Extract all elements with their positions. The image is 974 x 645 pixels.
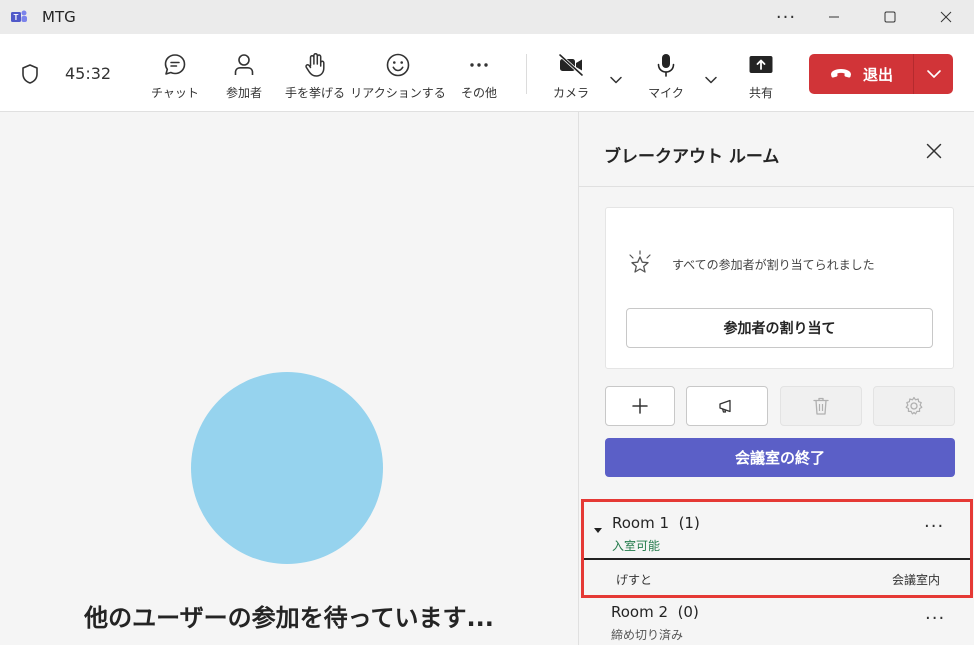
meeting-timer: 45:32 [65,64,112,83]
smiley-icon [385,50,411,80]
close-panel-button[interactable] [923,140,945,162]
close-rooms-button[interactable]: 会議室の終了 [605,438,955,477]
chat-icon [162,50,188,80]
camera-off-icon [557,50,585,80]
more-icon [466,50,492,80]
add-room-button[interactable] [605,386,675,426]
share-icon [747,50,775,80]
assign-participants-button[interactable]: 参加者の割り当て [626,308,933,348]
react-label: リアクションする [350,86,446,100]
window-more-button[interactable]: ··· [766,0,806,34]
panel-header: ブレークアウト ルーム [579,112,974,187]
share-button[interactable]: 共有 [716,50,806,101]
room-more-options-icon[interactable]: ··· [925,608,945,629]
more-label: その他 [460,86,497,100]
minimize-button[interactable] [806,0,862,34]
assignment-status-text: すべての参加者が割り当てられました [672,258,875,272]
meeting-toolbar: 45:32 チャット 参加者 手を挙げる リアクションする その他 カメラ マイ… [0,34,974,112]
close-icon [926,143,942,159]
room-member-row: げすと 会議室内 [584,562,970,595]
member-status: 会議室内 [891,573,940,587]
react-button[interactable]: リアクションする [350,50,446,101]
room-header[interactable]: Room 1 (1) 入室可能 ··· [584,502,970,560]
member-name: げすと [616,573,653,587]
leave-main-button[interactable]: 退出 [809,54,913,94]
room-name: Room 2 (0) [611,603,699,621]
waiting-message: 他のユーザーの参加を待っています... [84,604,494,632]
raise-hand-button[interactable]: 手を挙げる [270,50,360,101]
raise-hand-label: 手を挙げる [284,86,345,100]
trash-icon [813,397,829,415]
mic-button[interactable]: マイク [621,50,711,101]
meeting-stage: 他のユーザーの参加を待っています... [0,112,578,645]
leave-button[interactable]: 退出 [809,54,953,94]
gear-icon [905,396,923,415]
mic-icon [653,50,679,80]
room-item-1: Room 1 (1) 入室可能 ··· げすと 会議室内 [581,499,973,598]
leave-label: 退出 [862,65,893,84]
room-status: 締め切り済み [611,628,684,642]
svg-text:T: T [14,13,19,22]
plus-icon [632,398,648,414]
window-title: MTG [42,8,76,26]
caret-down-icon[interactable] [594,528,602,533]
more-button[interactable]: その他 [434,50,524,101]
raise-hand-icon [302,50,328,80]
delete-room-button[interactable] [780,386,862,426]
room-more-options-icon[interactable]: ··· [924,516,944,537]
maximize-button[interactable] [862,0,918,34]
room-item-2[interactable]: Room 2 (0) 締め切り済み ··· [579,598,974,645]
room-status: 入室可能 [612,539,661,553]
camera-button[interactable]: カメラ [526,50,616,101]
hang-up-icon [829,65,853,84]
sparkle-star-icon [626,249,656,283]
title-bar: T MTG ··· [0,0,974,34]
share-label: 共有 [748,86,773,100]
announcement-button[interactable] [686,386,768,426]
megaphone-icon [719,399,731,413]
leave-options-chevron-down-icon[interactable] [914,69,953,79]
room-name: Room 1 (1) [612,514,700,532]
chat-label: チャット [151,86,199,100]
avatar [191,372,383,564]
mic-label: マイク [648,86,684,100]
assignment-card: すべての参加者が割り当てられました 参加者の割り当て [605,207,954,369]
people-icon [231,50,257,80]
participants-label: 参加者 [225,86,262,100]
close-window-button[interactable] [918,0,974,34]
camera-label: カメラ [552,86,589,100]
panel-title: ブレークアウト ルーム [604,147,780,167]
shield-icon [20,63,40,89]
breakout-rooms-panel: ブレークアウト ルーム すべての参加者が割り当てられました 参加者の割り当て 会… [578,112,974,645]
room-settings-button[interactable] [873,386,955,426]
teams-logo-icon: T [10,8,28,26]
